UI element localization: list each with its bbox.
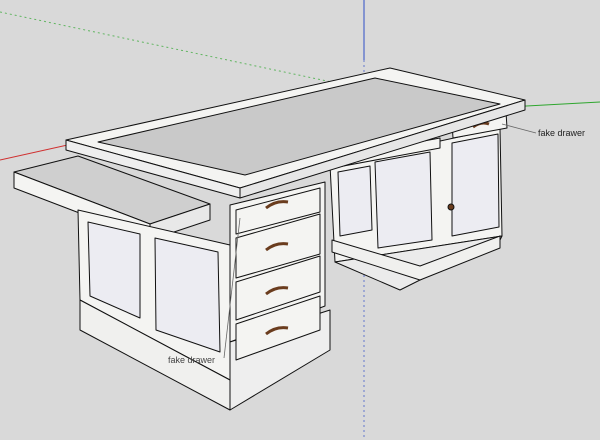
right-door (451, 133, 500, 237)
desk-model[interactable] (13, 67, 526, 411)
right-leader (501, 123, 537, 134)
fake-drawer-callout-left[interactable]: fake drawer (168, 356, 215, 365)
green-axis-dotted (0, 11, 361, 89)
fake-drawer-callout-right[interactable]: fake drawer (538, 129, 585, 138)
door-knob (447, 203, 455, 211)
right-panel-2 (374, 151, 433, 249)
desk-drawing[interactable] (0, 0, 600, 440)
right-panel-1 (337, 165, 373, 237)
sketchup-viewport[interactable]: fake drawer fake drawer (0, 0, 600, 440)
